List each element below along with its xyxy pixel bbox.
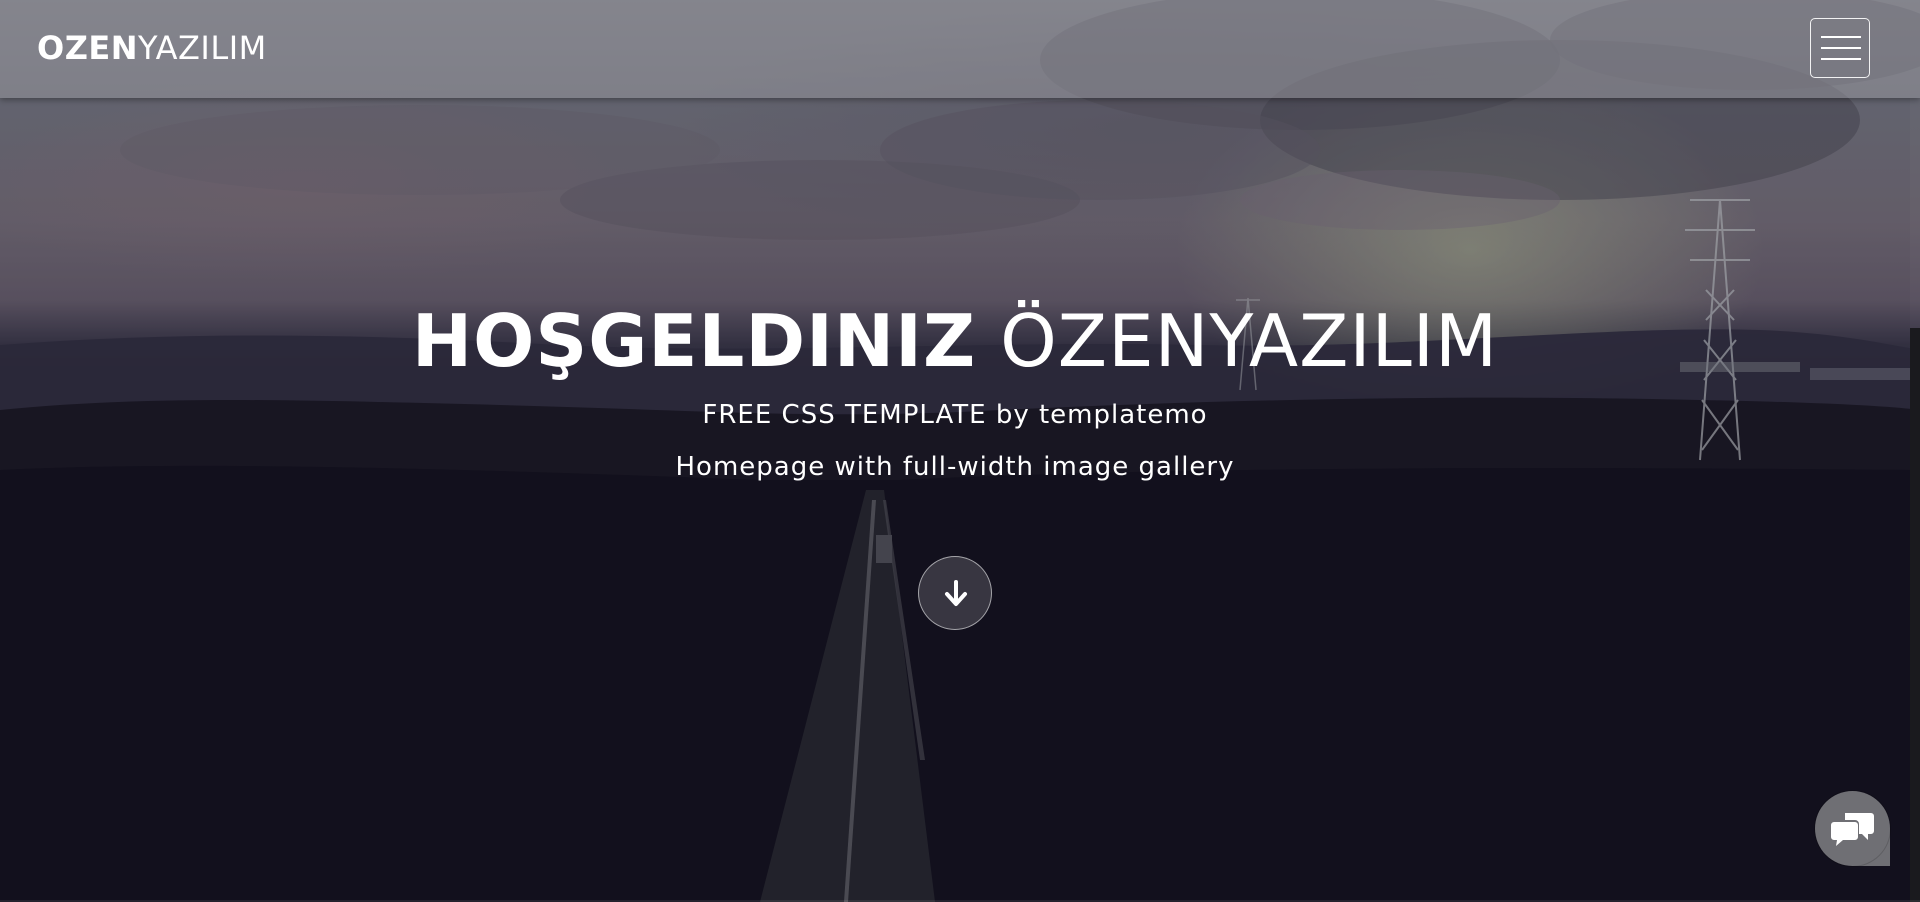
chat-widget-button[interactable] [1815, 791, 1890, 866]
brand-logo-light: YAZILIM [138, 29, 267, 67]
scroll-down-button[interactable] [918, 556, 992, 630]
chat-bubbles-icon [1831, 813, 1874, 846]
hamburger-icon[interactable] [1810, 18, 1870, 78]
hero-subtitle-2: Homepage with full-width image gallery [675, 452, 1235, 482]
hamburger-bar [1821, 36, 1861, 38]
page: OZENYAZILIM HOŞGELDINIZ ÖZENYAZILIM FREE… [0, 0, 1920, 902]
hero-title: HOŞGELDINIZ ÖZENYAZILIM [0, 296, 1910, 386]
hamburger-bar [1821, 47, 1861, 49]
page-scrollbar-thumb[interactable] [1910, 328, 1920, 902]
brand-logo[interactable]: OZENYAZILIM [37, 28, 267, 68]
top-navbar: OZENYAZILIM [0, 0, 1920, 98]
hero-title-strong: HOŞGELDINIZ [411, 299, 977, 383]
brand-logo-bold: OZEN [37, 29, 139, 67]
hamburger-bar [1821, 58, 1861, 60]
hero-title-thin: ÖZENYAZILIM [1000, 299, 1499, 383]
hero-subtitle-1: FREE CSS TEMPLATE by templatemo [702, 400, 1208, 430]
arrow-down-icon [945, 580, 967, 606]
